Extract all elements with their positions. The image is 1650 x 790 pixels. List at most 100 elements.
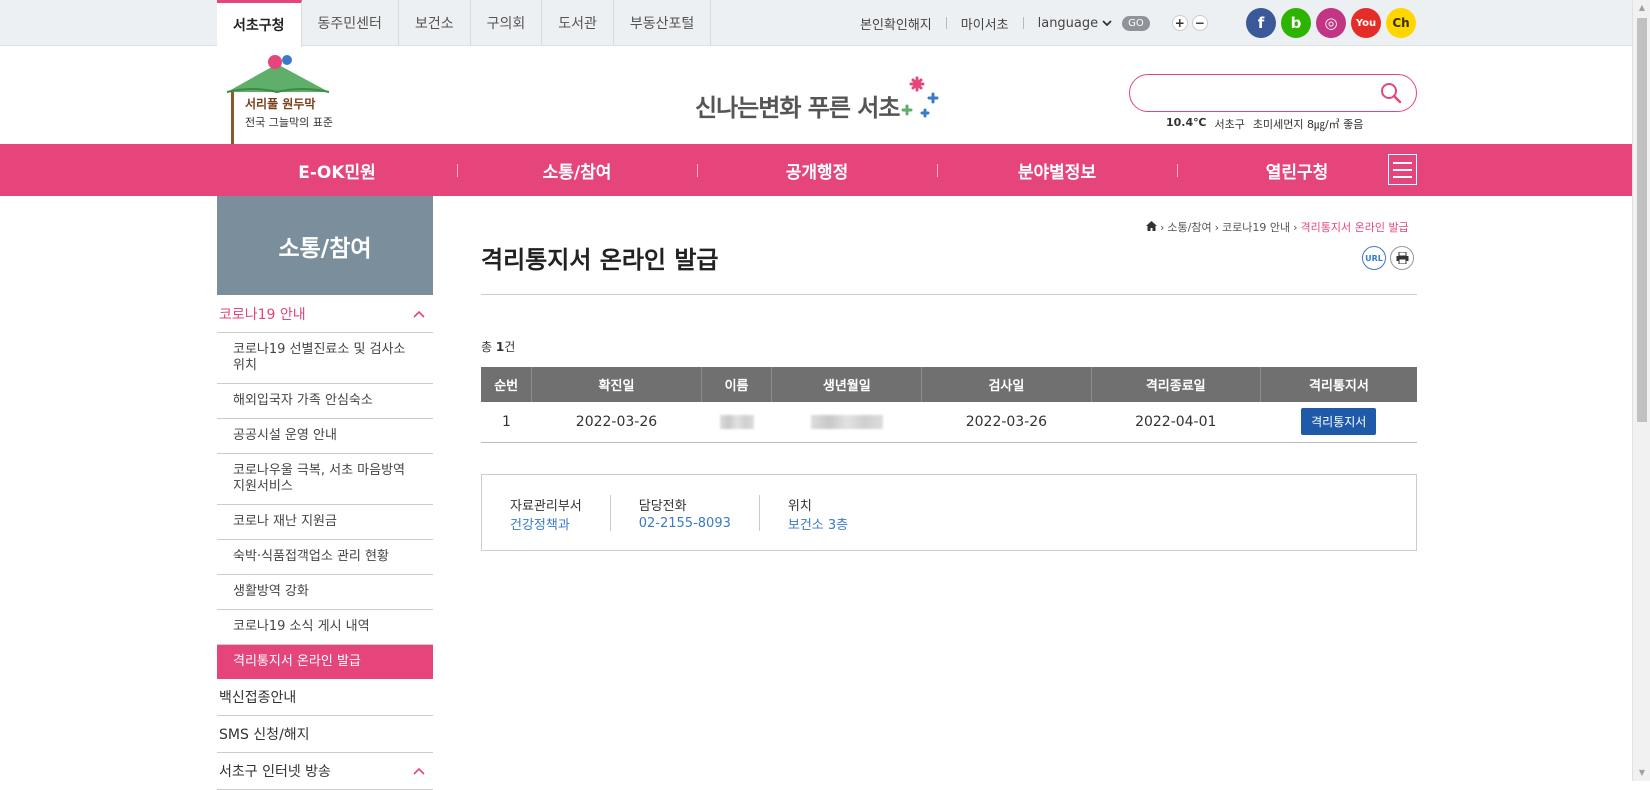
main-navigation: E-OK민원 소통/참여 공개행정 분야별정보 열린구청 xyxy=(0,144,1632,196)
cell-action: 격리통지서 xyxy=(1260,402,1417,443)
sidebar-item-label: 백신접종안내 xyxy=(219,690,297,706)
zoom-controls: + − xyxy=(1171,15,1208,31)
chevron-right-icon: › xyxy=(1293,220,1298,234)
chevron-up-icon xyxy=(413,763,425,779)
info-label: 위치 xyxy=(787,498,812,514)
language-go-button[interactable]: GO xyxy=(1122,15,1150,31)
total-suffix: 건 xyxy=(504,340,516,354)
breadcrumb-communication[interactable]: 소통/참여 xyxy=(1167,219,1211,235)
masked-birthdate xyxy=(810,414,883,429)
zoom-in-button[interactable]: + xyxy=(1171,15,1188,31)
masked-name xyxy=(719,414,754,429)
title-divider xyxy=(481,294,1417,295)
url-copy-button[interactable]: URL xyxy=(1362,246,1386,270)
sidebar-item-quarantine-notice[interactable]: 격리통지서 온라인 발급 xyxy=(217,645,433,679)
sidebar-title: 소통/참여 xyxy=(217,196,433,295)
cell-birthdate-masked xyxy=(771,402,922,443)
weather-info: 10.4℃ 서초구 초미세먼지 8㎍/㎥ 좋음 xyxy=(1166,116,1363,132)
quarantine-table: 순번 확진일 이름 생년월일 검사일 격리종료일 격리통지서 1 2022-03… xyxy=(481,367,1417,443)
language-select[interactable]: language GO xyxy=(1038,15,1150,31)
chevron-right-icon: › xyxy=(1214,220,1219,234)
nav-communication[interactable]: 소통/참여 xyxy=(457,144,697,196)
home-icon[interactable] xyxy=(1146,220,1157,234)
menu-icon[interactable] xyxy=(1388,154,1417,185)
temperature: 10.4℃ xyxy=(1166,116,1207,129)
tab-council[interactable]: 구의회 xyxy=(471,0,543,46)
nav-open-office[interactable]: 열린구청 xyxy=(1177,144,1417,196)
seocho-slogan-logo[interactable]: 신나는변화 푸른 서초 xyxy=(695,76,945,126)
breadcrumb-covid[interactable]: 코로나19 안내 xyxy=(1222,219,1290,235)
issue-notice-button[interactable]: 격리통지서 xyxy=(1301,408,1377,436)
scrollbar-thumb[interactable] xyxy=(1637,18,1647,422)
sidebar-category-label: 코로나19 안내 xyxy=(219,306,306,323)
info-value: 건강정책과 xyxy=(510,517,570,533)
sidebar-item-disaster-fund[interactable]: 코로나 재난 지원금 xyxy=(217,505,433,540)
nav-public-admin[interactable]: 공개행정 xyxy=(697,144,937,196)
logo-subtitle: 전국 그늘막의 표준 xyxy=(245,116,333,129)
top-site-tabs: 서초구청 동주민센터 보건소 구의회 도서관 부동산포털 xyxy=(217,0,712,47)
tab-dong-center[interactable]: 동주민센터 xyxy=(302,0,399,46)
divider xyxy=(1022,17,1024,29)
logo-title: 서리풀 원두막 xyxy=(245,97,316,111)
nav-e-ok[interactable]: E-OK민원 xyxy=(217,144,457,196)
tab-health-center[interactable]: 보건소 xyxy=(399,0,471,46)
sidebar-item-covid-news[interactable]: 코로나19 소식 게시 내역 xyxy=(217,610,433,645)
scroll-up-icon[interactable]: ▲ xyxy=(1637,3,1647,13)
chevron-right-icon: › xyxy=(1160,220,1165,234)
my-seocho-link[interactable]: 마이서초 xyxy=(961,14,1009,33)
cell-name-masked xyxy=(701,402,772,443)
nav-field-info[interactable]: 분야별정보 xyxy=(937,144,1177,196)
star-burst-icon xyxy=(901,76,939,118)
zoom-out-button[interactable]: − xyxy=(1191,15,1208,31)
breadcrumb-current: 격리통지서 온라인 발급 xyxy=(1300,221,1409,234)
sidebar-item-facility-operation[interactable]: 공공시설 운영 안내 xyxy=(217,419,433,454)
sidebar-item-business-status[interactable]: 숙박·식품접객업소 관리 현황 xyxy=(217,540,433,575)
sidebar-item-family-lodging[interactable]: 해외입국자 가족 안심숙소 xyxy=(217,384,433,419)
sidebar-item-label: 서초구 인터넷 방송 xyxy=(219,764,331,780)
scroll-down-icon[interactable]: ▼ xyxy=(1637,768,1647,778)
sns-links: f b ◎ You Ch xyxy=(1246,8,1416,38)
search-input[interactable] xyxy=(1146,75,1386,109)
total-number: 1 xyxy=(495,340,505,354)
sidebar-item-testing-locations[interactable]: 코로나19 선별진료소 및 검사소 위치 xyxy=(217,333,433,384)
sidebar-item-internet-broadcast[interactable]: 서초구 인터넷 방송 xyxy=(217,753,433,790)
kakao-channel-icon[interactable]: Ch xyxy=(1386,8,1416,38)
cell-test-date: 2022-03-26 xyxy=(921,402,1092,443)
sidebar-item-prevention[interactable]: 생활방역 강화 xyxy=(217,575,433,610)
info-value: 보건소 3층 xyxy=(787,517,849,533)
tab-real-estate[interactable]: 부동산포털 xyxy=(614,0,712,46)
breadcrumb: › 소통/참여 › 코로나19 안내 › 격리통지서 온라인 발급 xyxy=(1146,219,1409,235)
sidebar: 코로나19 안내 코로나19 선별진료소 및 검사소 위치 해외입국자 가족 안… xyxy=(217,295,433,790)
top-links: 본인확인해지 마이서초 language GO + − xyxy=(860,0,1208,46)
sidebar-category-covid[interactable]: 코로나19 안내 xyxy=(217,295,433,333)
blog-icon[interactable]: b xyxy=(1281,8,1311,38)
sidebar-item-sms[interactable]: SMS 신청/해지 xyxy=(217,716,433,753)
instagram-icon[interactable]: ◎ xyxy=(1316,8,1346,38)
sidebar-item-vaccination[interactable]: 백신접종안내 xyxy=(217,679,433,716)
district-name: 서초구 xyxy=(1214,118,1245,131)
info-phone: 담당전화 02-2155-8093 xyxy=(639,494,760,531)
page-scrollbar[interactable]: ▲ ▼ xyxy=(1632,0,1650,781)
total-count: 총 1건 xyxy=(481,338,515,355)
column-header: 이름 xyxy=(701,367,773,402)
info-label: 자료관리부서 xyxy=(510,498,582,514)
tab-library[interactable]: 도서관 xyxy=(542,0,614,46)
cell-confirmed-date: 2022-03-26 xyxy=(531,402,702,443)
info-department: 자료관리부서 건강정책과 xyxy=(510,494,611,533)
unlink-identity-link[interactable]: 본인확인해지 xyxy=(860,14,932,33)
info-location: 위치 보건소 3층 xyxy=(787,495,876,533)
youtube-icon[interactable]: You xyxy=(1351,8,1381,38)
table-row: 1 2022-03-26 2022-03-26 2022-04-01 격리통지서 xyxy=(481,402,1417,443)
print-icon[interactable] xyxy=(1390,246,1414,270)
chevron-up-icon xyxy=(413,306,425,322)
tab-seocho-gu-office[interactable]: 서초구청 xyxy=(217,0,302,47)
department-info: 자료관리부서 건강정책과 담당전화 02-2155-8093 위치 보건소 3층 xyxy=(481,474,1417,551)
sidebar-item-mental-care[interactable]: 코로나우울 극복, 서초 마음방역 지원서비스 xyxy=(217,454,433,505)
search-icon[interactable] xyxy=(1380,82,1402,108)
site-search xyxy=(1129,74,1417,112)
column-header: 확진일 xyxy=(531,367,702,402)
facebook-icon[interactable]: f xyxy=(1246,8,1276,38)
table-header-row: 순번 확진일 이름 생년월일 검사일 격리종료일 격리통지서 xyxy=(481,367,1417,402)
cell-end-date: 2022-04-01 xyxy=(1091,402,1261,443)
column-header: 순번 xyxy=(481,367,533,402)
